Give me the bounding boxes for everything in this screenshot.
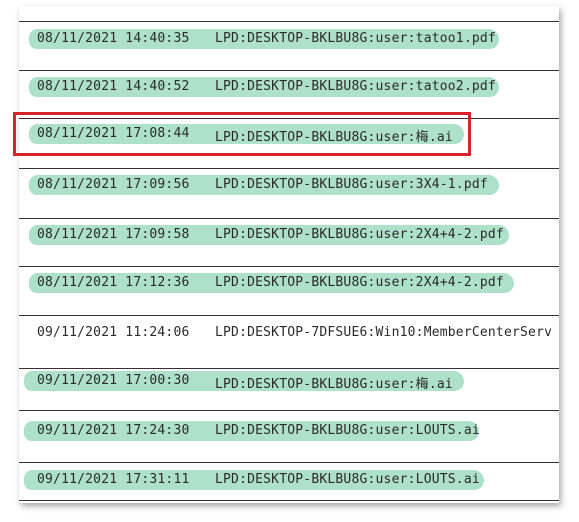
log-date: 08/11/2021 17:09:56 xyxy=(37,177,190,192)
log-date: 09/11/2021 17:31:11 xyxy=(37,472,190,487)
scanned-log-page: 08/11/2021 14:40:35 LPD:DESKTOP-BKLBU8G:… xyxy=(19,6,559,503)
log-path: LPD:DESKTOP-BKLBU8G:user:2X4+4-2.pdf xyxy=(215,227,504,242)
log-path: LPD:DESKTOP-BKLBU8G:user:LOUTS.ai xyxy=(215,472,480,487)
row-rule xyxy=(19,462,559,463)
log-path: LPD:DESKTOP-BKLBU8G:user:2X4+4-2.pdf xyxy=(215,275,504,290)
log-date: 08/11/2021 17:09:58 xyxy=(37,227,190,242)
row-rule xyxy=(19,266,559,267)
row-rule xyxy=(19,368,559,369)
log-path: LPD:DESKTOP-BKLBU8G:user:梅.ai xyxy=(215,377,453,392)
row-rule xyxy=(19,21,559,22)
log-path: LPD:DESKTOP-BKLBU8G:user:3X4-1.pdf xyxy=(215,177,488,192)
callout-box xyxy=(13,112,471,156)
log-path: LPD:DESKTOP-BKLBU8G:user:tatoo1.pdf xyxy=(215,31,496,46)
log-path: LPD:DESKTOP-BKLBU8G:user:tatoo2.pdf xyxy=(215,79,496,94)
row-rule xyxy=(19,315,559,316)
row-rule xyxy=(19,218,559,219)
log-date: 08/11/2021 14:40:35 xyxy=(37,31,190,46)
log-date: 08/11/2021 17:12:36 xyxy=(37,275,190,290)
row-rule xyxy=(19,168,559,169)
log-date: 09/11/2021 11:24:06 xyxy=(37,325,190,340)
log-date: 08/11/2021 14:40:52 xyxy=(37,79,190,94)
row-rule xyxy=(19,500,559,501)
log-path: LPD:DESKTOP-BKLBU8G:user:LOUTS.ai xyxy=(215,423,480,438)
log-date: 09/11/2021 17:00:30 xyxy=(37,373,190,388)
row-rule xyxy=(19,70,559,71)
log-date: 09/11/2021 17:24:30 xyxy=(37,423,190,438)
row-rule xyxy=(19,410,559,411)
log-path: LPD:DESKTOP-7DFSUE6:Win10:MemberCenterSe… xyxy=(215,325,553,340)
